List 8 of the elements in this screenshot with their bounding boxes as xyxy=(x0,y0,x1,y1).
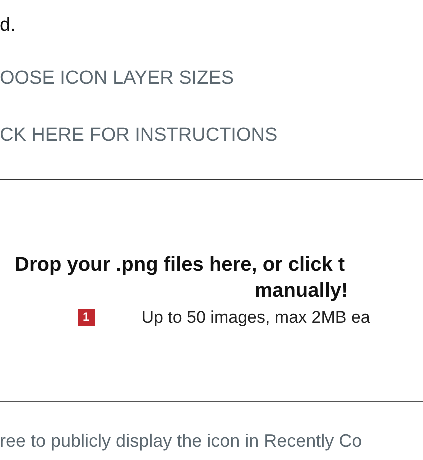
section-link[interactable]: OOSE ICON LAYER SIZES xyxy=(0,67,234,91)
upload-limit-text: Up to 50 images, max 2MB ea xyxy=(142,307,370,329)
dropzone-title[interactable]: Drop your .png files here, or click t xyxy=(0,252,346,279)
dropzone-title[interactable]: manually! xyxy=(74,279,348,304)
number-badge: 1 xyxy=(78,309,95,326)
section-link[interactable]: CK HERE FOR INSTRUCTIONS xyxy=(0,124,278,148)
intro-text: d. xyxy=(0,14,17,38)
consent-label: ree to publicly display the icon in Recently Co xyxy=(0,430,364,453)
